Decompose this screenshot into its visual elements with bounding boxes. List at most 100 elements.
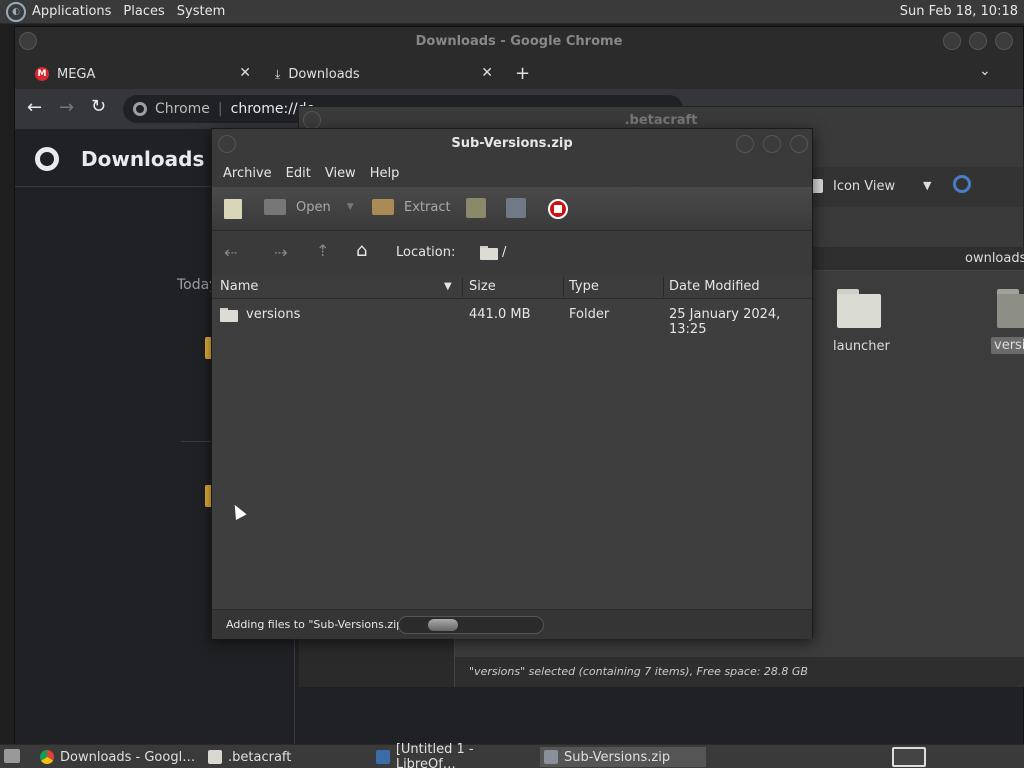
cell-size: 441.0 MB [469,307,531,322]
maximize-button[interactable] [763,135,781,153]
archive-titlebar: Sub-Versions.zip [212,129,812,159]
close-button[interactable] [790,135,808,153]
column-header-size[interactable]: Size [469,279,496,294]
new-archive-icon[interactable] [224,199,242,219]
back-icon[interactable]: ⇠ [224,243,237,262]
folder-icon [480,246,498,260]
tab-mega[interactable]: M MEGA ✕ [25,59,259,89]
menu-applications[interactable]: Applications [26,4,117,19]
betacraft-window-title: .betacraft [624,113,698,128]
chrome-titlebar: Downloads - Google Chrome [15,27,1023,57]
status-text: "versions" selected (containing 7 items)… [469,665,808,678]
folder-icon[interactable] [997,289,1024,329]
column-headers: Name ▼ Size Type Date Modified [212,275,812,299]
back-icon[interactable]: ← [27,97,42,118]
clock[interactable]: Sun Feb 18, 10:18 [900,4,1018,19]
up-icon[interactable]: ⇡ [316,241,329,260]
home-icon[interactable]: ⌂ [356,240,367,261]
maximize-button[interactable] [969,32,987,50]
window-menu-button[interactable] [303,111,321,129]
system-logo-icon[interactable]: ◐ [6,1,26,22]
cell-date: 25 January 2024, 13:25 [669,307,781,337]
close-button[interactable] [995,32,1013,50]
tab-label: MEGA [57,66,96,82]
menu-places[interactable]: Places [117,4,170,19]
taskbar-item-betacraft[interactable]: .betacraft [204,747,368,767]
chrome-chip-icon [133,102,147,116]
close-tab-icon[interactable]: ✕ [481,65,493,81]
cell-type: Folder [569,307,610,322]
forward-icon[interactable]: ⇢ [274,243,287,262]
tab-search-icon[interactable]: ⌄ [979,63,991,79]
search-icon[interactable] [953,175,971,193]
archive-menubar: Archive Edit View Help [212,159,812,187]
writer-icon [376,750,390,764]
menu-help[interactable]: Help [363,166,407,181]
add-files-icon[interactable] [466,198,486,218]
archive-location-bar: ⇠ ⇢ ⇡ ⌂ Location: / [212,231,812,275]
reload-icon[interactable]: ↻ [91,96,106,117]
chrome-window-title: Downloads - Google Chrome [415,34,623,49]
chevron-down-icon[interactable]: ▼ [347,202,354,212]
archive-file-list: versions 441.0 MB Folder 25 January 2024… [212,299,812,609]
omnibox-prefix: Chrome [155,101,210,117]
column-separator[interactable] [563,277,564,297]
show-desktop-icon[interactable] [4,749,20,763]
tab-downloads[interactable]: ⤓ Downloads ✕ [267,59,501,89]
view-mode-select[interactable]: Icon View [833,179,895,194]
column-separator[interactable] [462,277,463,297]
archive-window-title: Sub-Versions.zip [451,136,573,151]
archive-icon [544,750,558,764]
column-header-name[interactable]: Name [220,279,258,294]
chevron-down-icon[interactable]: ▼ [923,179,931,192]
menu-archive[interactable]: Archive [216,166,279,181]
minimize-button[interactable] [736,135,754,153]
item-label-versions[interactable]: versio [991,337,1024,354]
taskbar-item-libreoffice[interactable]: [Untitled 1 - LibreOf… [372,742,536,768]
taskbar: Downloads - Googl… .betacraft [Untitled … [0,742,1024,768]
archive-manager-window: Sub-Versions.zip Archive Edit View Help … [211,128,813,639]
menu-system[interactable]: System [171,4,231,19]
status-text: Adding files to "Sub-Versions.zip" [226,618,409,631]
close-tab-icon[interactable]: ✕ [239,65,251,81]
menu-view[interactable]: View [318,166,363,181]
taskbar-item-chrome[interactable]: Downloads - Googl… [36,747,200,767]
forward-icon[interactable]: → [59,97,74,118]
add-folder-icon[interactable] [506,198,526,218]
column-header-type[interactable]: Type [569,279,599,294]
workspace-switcher[interactable] [892,747,926,767]
minimize-button[interactable] [943,32,961,50]
page-title: Downloads [81,147,205,171]
item-label-launcher[interactable]: launcher [833,339,890,354]
column-header-date[interactable]: Date Modified [669,279,760,294]
progress-pulse [427,619,458,631]
betacraft-statusbar: "versions" selected (containing 7 items)… [455,657,1024,687]
table-row[interactable]: versions 441.0 MB Folder 25 January 2024… [212,301,812,337]
top-panel: ◐ Applications Places System Sun Feb 18,… [0,0,1024,24]
chrome-icon [40,750,54,764]
mega-icon: M [35,67,49,81]
open-icon [264,199,286,215]
chrome-logo-icon [35,147,59,171]
folder-icon [220,308,238,322]
sort-descending-icon[interactable]: ▼ [444,281,452,292]
location-label: Location: [396,245,456,260]
location-value[interactable]: / [502,245,506,260]
extract-button[interactable]: Extract [372,199,451,215]
stop-icon[interactable] [548,199,568,219]
open-button[interactable]: Open ▼ [264,199,354,215]
archive-toolbar: Open ▼ Extract [212,187,812,231]
folder-icon [208,750,222,764]
archive-statusbar: Adding files to "Sub-Versions.zip" [212,609,812,639]
chrome-tabstrip: M MEGA ✕ ⤓ Downloads ✕ + ⌄ [15,57,1023,89]
cell-name: versions [246,307,301,322]
progress-bar [398,616,544,634]
path-label[interactable]: ownloads [965,251,1024,266]
column-separator[interactable] [663,277,664,297]
menu-edit[interactable]: Edit [279,166,318,181]
window-menu-button[interactable] [218,135,236,153]
window-menu-button[interactable] [19,32,37,50]
new-tab-icon[interactable]: + [515,63,530,84]
taskbar-item-archive[interactable]: Sub-Versions.zip [540,747,706,767]
folder-icon[interactable] [837,289,889,329]
